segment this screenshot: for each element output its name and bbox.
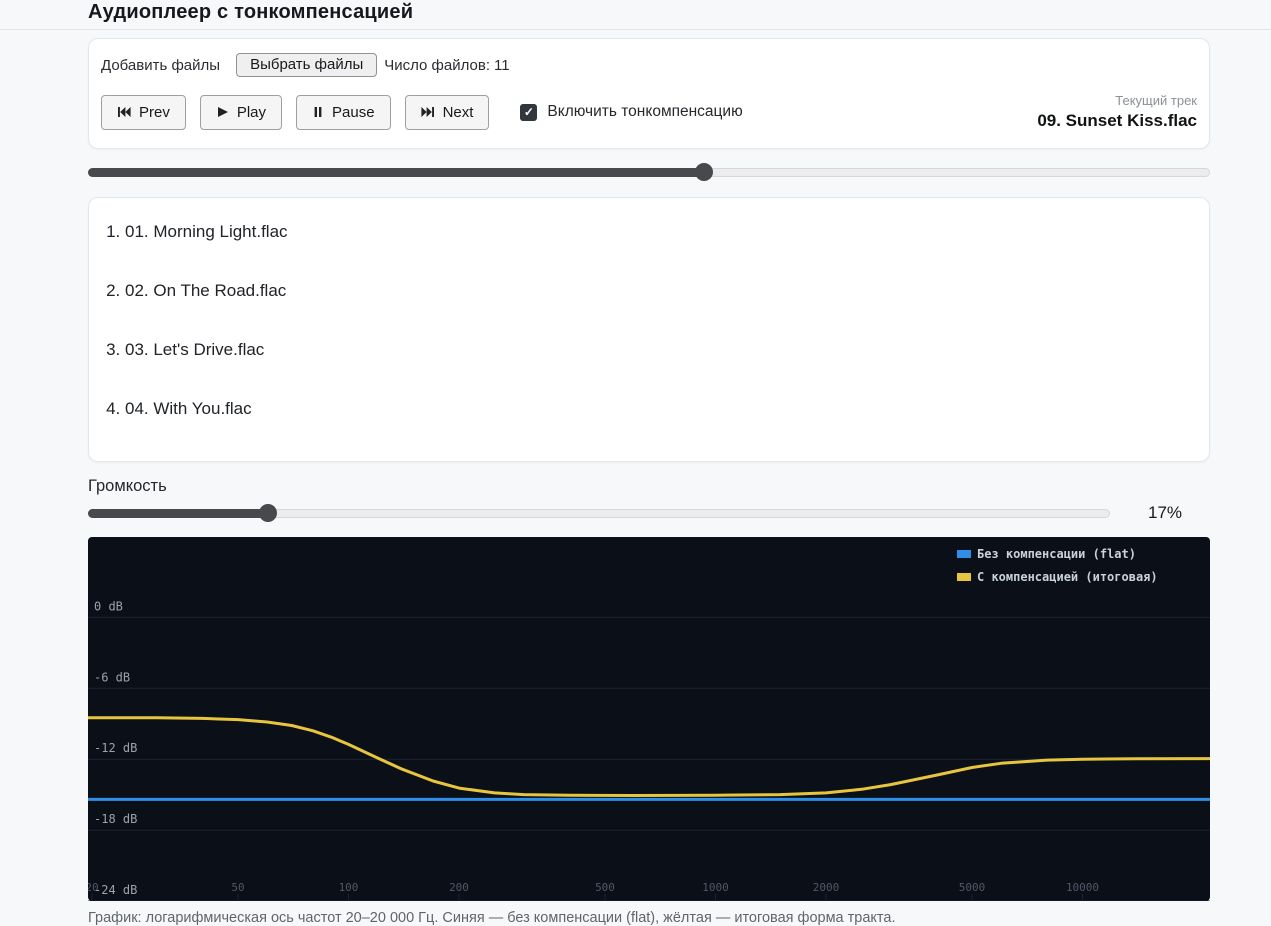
playlist-item[interactable]: 01. Morning Light.flac [125,220,1189,244]
svg-text:100: 100 [339,881,359,894]
svg-text:-6 dB: -6 dB [94,670,130,684]
volume-slider[interactable] [88,504,1110,522]
add-files-label: Добавить файлы [101,56,221,74]
playlist-item[interactable]: 03. Let's Drive.flac [125,338,1189,362]
playback-row: Prev Play Pause Next ✓ Включить тонкомпе… [101,93,1197,131]
pause-label: Pause [332,103,375,121]
svg-text:2000: 2000 [813,881,840,894]
pause-button[interactable]: Pause [296,94,391,130]
playlist-item[interactable]: 04. With You.flac [125,397,1189,421]
svg-text:50: 50 [231,881,244,894]
svg-text:200: 200 [449,881,469,894]
checkbox-checked-icon[interactable]: ✓ [520,103,538,121]
playlist-item[interactable]: 05. U-Turn.flac [125,456,1189,461]
main-content: Добавить файлы Выбрать файлы Число файло… [88,38,1210,926]
svg-text:5000: 5000 [959,881,986,894]
page-header: Аудиоплеер с тонкомпенсацией [0,0,1271,30]
pause-icon [314,107,322,117]
file-row: Добавить файлы Выбрать файлы Число файло… [101,53,1197,77]
current-track-label: Текущий трек [1115,93,1197,108]
next-icon [420,107,434,117]
next-button[interactable]: Next [404,94,490,130]
seek-row [88,163,1210,181]
seek-slider-thumb[interactable] [695,163,714,181]
svg-text:-12 dB: -12 dB [94,741,137,755]
current-track-name: 09. Sunset Kiss.flac [1037,111,1197,130]
seek-slider-fill [88,168,706,177]
volume-section: Громкость 17% [88,477,1210,523]
next-label: Next [442,103,474,121]
files-count-label: Число файлов: [384,56,491,74]
volume-label: Громкость [88,477,167,495]
volume-row: 17% [88,503,1210,523]
loudness-chart-panel: 20 50 100 200 500 1000 2000 5000 10000 0 dB -6 dB -… [88,537,1210,901]
svg-text:Без компенсации (flat): Без компенсации (flat) [977,547,1136,561]
prev-button[interactable]: Prev [101,94,186,130]
choose-files-button[interactable]: Выбрать файлы [236,53,378,77]
current-track-info: Текущий трек 09. Sunset Kiss.flac [1037,93,1197,131]
svg-text:С компенсацией (итоговая): С компенсацией (итоговая) [977,570,1158,584]
seek-slider[interactable] [88,163,1210,181]
chart-caption: График: логарифмическая ось частот 20–20… [88,910,896,926]
files-count-value: 11 [494,56,510,74]
playlist: 01. Morning Light.flac 02. On The Road.fl… [89,198,1209,461]
play-button[interactable]: Play [199,94,283,130]
svg-text:-24 dB: -24 dB [94,883,137,897]
playlist-item[interactable]: 02. On The Road.flac [125,279,1189,303]
svg-text:500: 500 [595,881,615,894]
prev-icon [118,107,131,117]
files-count: Число файлов: 11 [384,57,509,74]
loudness-chart: 20 50 100 200 500 1000 2000 5000 100000 dB-6 dB-… [88,547,1210,901]
volume-slider-fill [88,509,262,518]
volume-percent-value: 17% [1148,503,1183,522]
controls-card: Добавить файлы Выбрать файлы Число файло… [88,38,1210,149]
loudness-toggle[interactable]: ✓ Включить тонкомпенсацию [520,103,743,121]
playlist-container[interactable]: 01. Morning Light.flac 02. On The Road.fl… [88,197,1210,462]
play-icon [217,107,228,117]
play-label: Play [236,103,267,121]
svg-text:-18 dB: -18 dB [94,812,137,826]
page-title: Аудиоплеер с тонкомпенсацией [88,1,414,23]
svg-text:0 dB: 0 dB [94,599,123,613]
loudness-label: Включить тонкомпенсацию [547,103,743,120]
prev-label: Prev [139,103,170,121]
volume-slider-thumb[interactable] [258,504,277,522]
svg-text:10000: 10000 [1066,881,1099,894]
svg-text:1000: 1000 [702,881,729,894]
